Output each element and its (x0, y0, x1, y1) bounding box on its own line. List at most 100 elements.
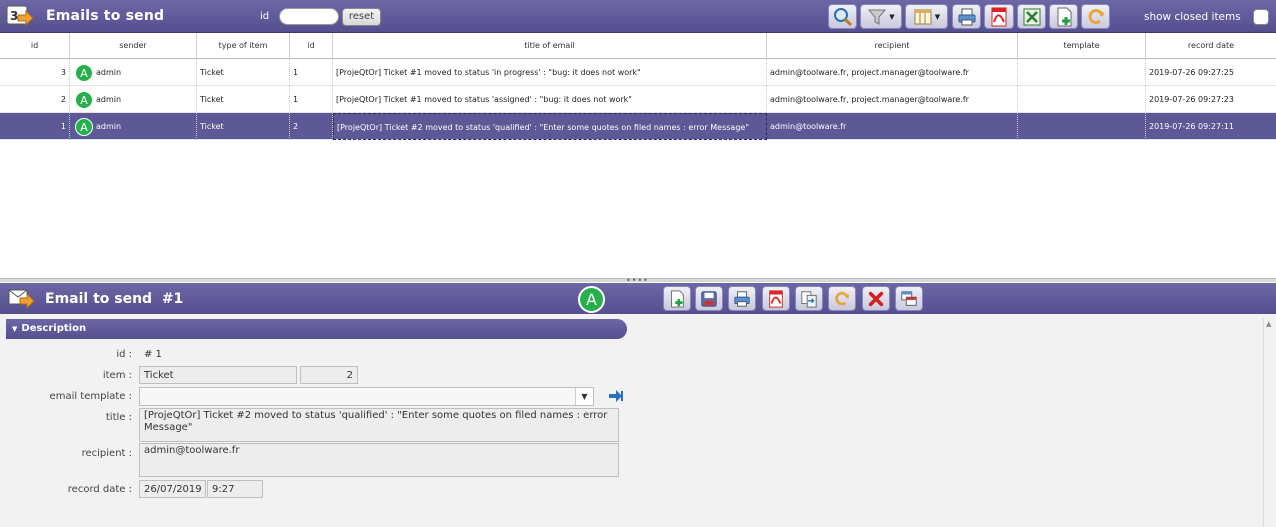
filter-button[interactable]: ▼ (860, 4, 902, 29)
email-template-select[interactable]: ▼ (139, 387, 594, 406)
grid-body: 3 Aadmin Ticket 1 [ProjeQtOr] Ticket #1 … (0, 59, 1276, 140)
cell-title: [ProjeQtOr] Ticket #2 moved to status 'q… (333, 113, 767, 140)
cell-sender: Aadmin (70, 59, 197, 86)
print-button[interactable] (728, 286, 756, 311)
detail-title-text: Email to send (45, 291, 153, 307)
chevron-down-icon: ▼ (934, 12, 941, 21)
copy-button[interactable] (795, 286, 823, 311)
avatar: A (578, 286, 605, 313)
cell-record-date: 2019-07-26 09:27:25 (1149, 68, 1234, 77)
refresh-button[interactable] (1081, 4, 1110, 29)
title-label: title : (105, 412, 132, 423)
section-description[interactable]: ▼ Description (6, 319, 627, 339)
chevron-down-icon[interactable]: ▼ (575, 388, 593, 405)
id-value: # 1 (144, 349, 162, 360)
show-closed-label: show closed items (1144, 11, 1241, 23)
pdf-icon (991, 7, 1007, 26)
scroll-up-icon: ▲ (1266, 320, 1272, 328)
id-filter-input[interactable] (279, 8, 339, 25)
cell-id: 1 (0, 113, 70, 140)
new-button[interactable] (663, 286, 691, 311)
filter-icon (868, 9, 887, 25)
detail-panel: ▼ Description ▲ id : # 1 item : Ticket 2 … (0, 314, 1276, 527)
multi-update-icon (901, 290, 917, 306)
col-header-record-date[interactable]: record date (1146, 33, 1276, 59)
cell-template (1018, 59, 1146, 86)
col-header-ref-id[interactable]: id (290, 33, 333, 59)
record-date-label: record date : (67, 484, 132, 495)
pdf-button[interactable] (762, 286, 790, 311)
avatar: A (75, 63, 93, 82)
avatar: A (75, 117, 93, 136)
print-icon (958, 8, 975, 25)
save-icon (701, 290, 717, 307)
search-button[interactable] (828, 4, 857, 29)
reset-button[interactable]: reset (342, 8, 381, 26)
item-label: item : (102, 370, 132, 381)
multi-update-button[interactable] (895, 286, 923, 311)
sender-name: admin (96, 95, 122, 104)
cell-id: 2 (0, 86, 70, 113)
cell-record-date: 2019-07-26 09:27:23 (1149, 95, 1234, 104)
record-time-field: 9:27 (207, 480, 263, 498)
splitter-grip-icon: •••• (626, 276, 649, 285)
collapse-arrow-icon: ▼ (12, 325, 18, 333)
cell-title: [ProjeQtOr] Ticket #1 moved to status 'i… (333, 59, 767, 86)
item-type-field: Ticket (139, 366, 297, 384)
detail-header: Email to send #1 A (0, 283, 1276, 314)
cell-template (1018, 86, 1146, 113)
cell-ref-id: 1 (290, 59, 333, 86)
show-closed-checkbox[interactable] (1253, 9, 1269, 25)
cell-sender: Aadmin (70, 113, 197, 140)
title-field: [ProjeQtOr] Ticket #2 moved to status 'q… (139, 408, 619, 442)
new-icon (1057, 7, 1071, 26)
save-button[interactable] (695, 286, 723, 311)
cell-recipient: admin@toolware.fr, project.manager@toolw… (767, 59, 1018, 86)
table-row[interactable]: 2 Aadmin Ticket 1 [ProjeQtOr] Ticket #1 … (0, 86, 1276, 113)
id-filter-label: id (260, 11, 270, 22)
cell-title: [ProjeQtOr] Ticket #1 moved to status 'a… (333, 86, 767, 113)
section-title: Description (21, 323, 87, 334)
cell-ref-id: 2 (290, 113, 333, 140)
cell-record-date: 2019-07-26 09:27:11 (1149, 122, 1234, 131)
excel-button[interactable] (1017, 4, 1046, 29)
email-list-icon: 3 (6, 5, 34, 27)
print-button[interactable] (952, 4, 981, 29)
item-id-field: 2 (300, 366, 358, 384)
record-date-field: 26/07/2019 (139, 480, 206, 498)
page-title: Emails to send (46, 8, 165, 24)
table-row-selected[interactable]: 1 Aadmin Ticket 2 [ProjeQtOr] Ticket #2 … (0, 113, 1276, 140)
new-item-button[interactable] (1049, 4, 1078, 29)
col-header-type[interactable]: type of item (197, 33, 290, 59)
cell-sender: Aadmin (70, 86, 197, 113)
detail-title: Email to send #1 (45, 291, 183, 307)
chevron-down-icon: ▼ (889, 12, 895, 21)
search-icon (833, 7, 852, 26)
excel-icon (1023, 8, 1040, 25)
col-header-template[interactable]: template (1018, 33, 1146, 59)
avatar: A (75, 90, 93, 109)
goto-arrow-icon[interactable] (608, 389, 623, 403)
table-row[interactable]: 3 Aadmin Ticket 1 [ProjeQtOr] Ticket #1 … (0, 59, 1276, 86)
delete-button[interactable] (862, 286, 890, 311)
recipient-label: recipient : (81, 448, 132, 459)
sender-name: admin (96, 68, 122, 77)
refresh-icon (835, 291, 850, 305)
cell-recipient: admin@toolware.fr (767, 113, 1018, 140)
vertical-scrollbar[interactable]: ▲ (1263, 318, 1274, 527)
pdf-icon (769, 289, 783, 308)
col-header-sender[interactable]: sender (70, 33, 197, 59)
pdf-button[interactable] (984, 4, 1014, 29)
refresh-button[interactable] (828, 286, 856, 311)
refresh-icon (1088, 8, 1104, 24)
cell-template (1018, 113, 1146, 140)
columns-button[interactable]: ▼ (905, 4, 948, 29)
cell-id: 3 (0, 59, 70, 86)
col-header-title[interactable]: title of email (333, 33, 767, 59)
pane-splitter[interactable]: •••• (0, 276, 1276, 285)
copy-icon (801, 290, 817, 308)
col-header-recipient[interactable]: recipient (767, 33, 1018, 59)
col-header-id[interactable]: id (0, 33, 70, 59)
detail-number: #1 (161, 291, 184, 307)
list-header: 3 Emails to send id reset ▼ ▼ show close… (0, 0, 1276, 33)
